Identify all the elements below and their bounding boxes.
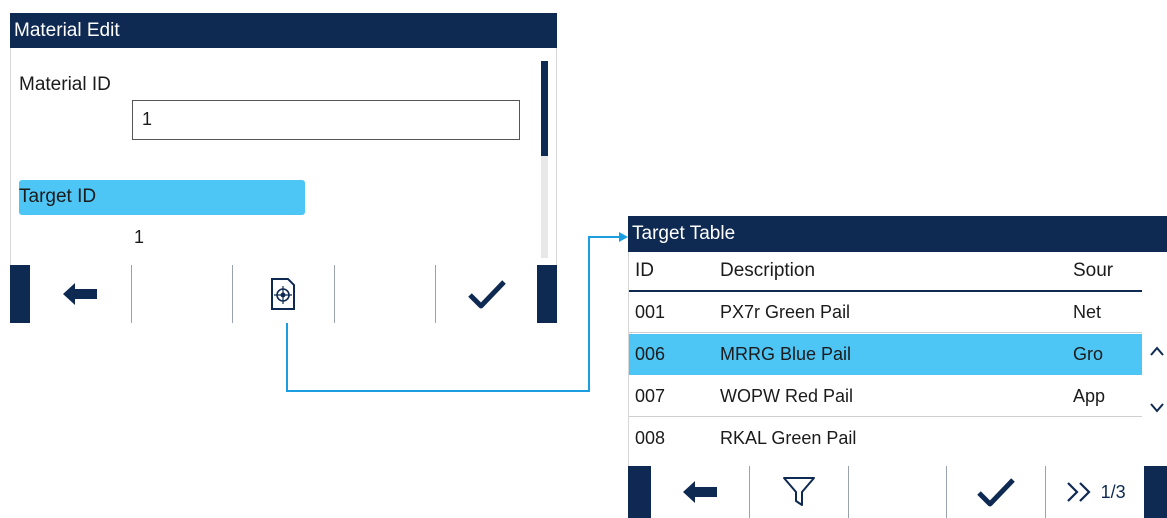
row-id: 006 [635,344,666,364]
table-row[interactable]: 008 RKAL Green Pail [629,418,1142,459]
column-header-source: Sour [1073,260,1114,281]
row-source: Net [1073,301,1102,322]
back-softkey[interactable] [30,265,131,323]
check-icon [467,280,506,309]
row-id: 001 [635,301,666,322]
material-edit-body: Material ID 1 Target ID 1 [10,48,557,265]
target-table-title: Target Table [628,216,1167,252]
page-indicator: 1/3 [1100,481,1126,502]
target-table-softkey[interactable] [232,265,334,323]
material-edit-softkeys [10,265,557,323]
scroll-up-icon[interactable] [1149,345,1165,357]
empty-softkey[interactable] [130,265,233,323]
scrollbar-thumb[interactable] [541,61,548,156]
material-id-label: Material ID [19,74,111,95]
row-description: PX7r Green Pail [720,301,851,322]
row-source: Gro [1073,344,1104,364]
scroll-down-icon[interactable] [1149,402,1165,414]
material-edit-screen: Material Edit Material ID 1 Target ID 1 [10,13,557,323]
row-description: RKAL Green Pail [720,428,857,448]
back-arrow-icon [63,283,98,305]
material-edit-title: Material Edit [10,13,557,48]
next-page-softkey[interactable]: 1/3 [1045,466,1144,518]
target-table-screen: Target Table ID Description Sour 001 PX7… [628,216,1167,518]
row-id: 008 [635,428,666,448]
target-table-icon [271,278,296,310]
target-table-softkeys: 1/3 [628,466,1167,518]
empty-softkey[interactable] [847,466,947,518]
row-id: 007 [635,385,666,406]
filter-softkey[interactable] [748,466,848,518]
scrollbar[interactable] [541,61,548,258]
material-id-field[interactable]: 1 [132,100,520,140]
column-header-description: Description [720,260,816,281]
target-table-body: ID Description Sour 001 PX7r Green Pail … [628,252,1167,466]
confirm-softkey[interactable] [435,265,537,323]
confirm-softkey[interactable] [946,466,1046,518]
filter-icon [782,477,815,506]
row-description: WOPW Red Pail [720,385,854,406]
check-icon [977,478,1016,507]
target-id-label[interactable]: Target ID [19,180,305,215]
row-description: MRRG Blue Pail [720,344,852,364]
target-id-value: 1 [134,227,145,247]
empty-softkey[interactable] [333,265,436,323]
column-header-id: ID [635,260,654,281]
table-row[interactable]: 007 WOPW Red Pail App [629,376,1142,417]
table-header: ID Description Sour [629,252,1142,292]
table-row-selected[interactable]: 006 MRRG Blue Pail Gro [629,334,1142,375]
next-page-icon [1066,482,1091,502]
back-arrow-icon [682,481,717,503]
row-source: App [1073,385,1106,406]
back-softkey[interactable] [651,466,749,518]
table-row[interactable]: 001 PX7r Green Pail Net [629,292,1142,333]
